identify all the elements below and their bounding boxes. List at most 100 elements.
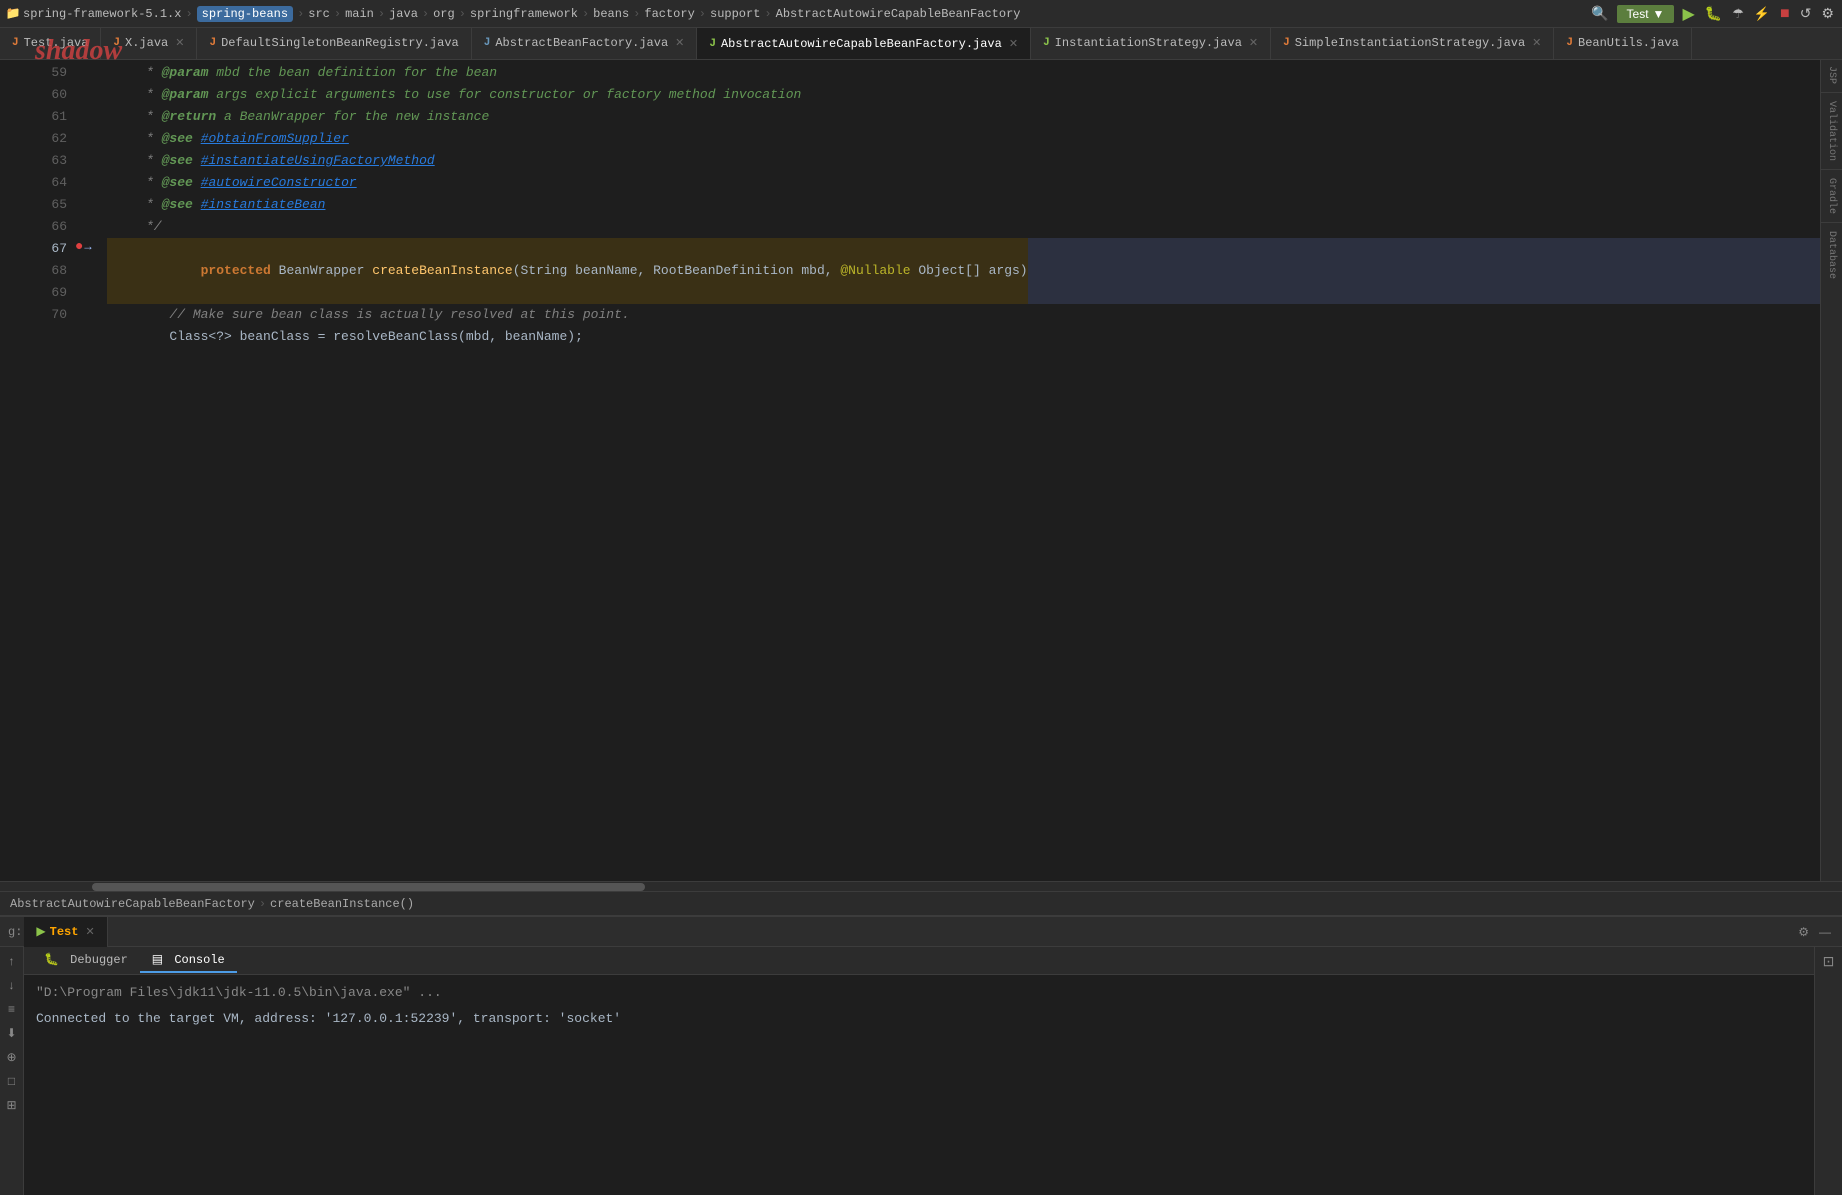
search-icon-btn[interactable]: 🔍 xyxy=(1589,3,1610,24)
stop-button[interactable]: ■ xyxy=(1778,3,1792,25)
code-line-67: protected BeanWrapper createBeanInstance… xyxy=(107,238,1820,304)
left-side-buttons: ↑ ↓ ≡ ⬇ ⊕ □ ⊞ xyxy=(0,947,24,1195)
line-67-gutter: ● → xyxy=(75,236,97,258)
breadcrumb-class[interactable]: AbstractAutowireCapableBeanFactory xyxy=(10,897,255,911)
reload-button[interactable]: ↺ xyxy=(1798,3,1814,24)
tab-default-singleton[interactable]: J DefaultSingletonBeanRegistry.java xyxy=(197,28,471,59)
debug-button[interactable]: 🐛 xyxy=(1703,3,1724,24)
tab-abstract-autowire[interactable]: J AbstractAutowireCapableBeanFactory.jav… xyxy=(697,28,1031,59)
tab-abstract-bean-factory[interactable]: J AbstractBeanFactory.java ✕ xyxy=(472,28,698,59)
console-tab-label: Console xyxy=(174,953,224,967)
side-tool-1[interactable]: ⊡ xyxy=(1820,951,1838,972)
run-button[interactable]: ▶ xyxy=(1680,2,1696,26)
coverage-button[interactable]: ☂ xyxy=(1730,4,1746,24)
close-icon[interactable]: ✕ xyxy=(1249,36,1258,50)
code-line-70 xyxy=(107,348,1820,370)
line-number: 64 xyxy=(20,172,67,194)
add-btn[interactable]: ⊕ xyxy=(2,1047,22,1067)
java-icon: J xyxy=(1566,37,1573,49)
close-icon[interactable]: ✕ xyxy=(85,925,94,939)
nav-java-label: java xyxy=(389,7,418,21)
console-tab[interactable]: ▤ Console xyxy=(140,948,237,973)
nav-factory-label: factory xyxy=(644,7,694,21)
tab-label-bean-utils: BeanUtils.java xyxy=(1578,36,1679,50)
line-number: 62 xyxy=(20,128,67,150)
debugger-tab[interactable]: 🐛 Debugger xyxy=(32,948,140,973)
nav-beans2-label: beans xyxy=(593,7,629,21)
scroll-up-btn[interactable]: ↑ xyxy=(2,951,22,971)
code-content[interactable]: * @param mbd the bean definition for the… xyxy=(97,60,1820,881)
layout-btn[interactable]: ⊞ xyxy=(2,1095,22,1115)
nav-item-support[interactable]: support xyxy=(710,7,760,21)
nav-item-factory[interactable]: factory xyxy=(644,7,694,21)
validation-panel-btn[interactable]: Validation xyxy=(1824,97,1839,165)
nav-class-label: AbstractAutowireCapableBeanFactory xyxy=(776,7,1021,21)
nav-item-springframework[interactable]: springframework xyxy=(470,7,578,21)
line-number: 63 xyxy=(20,150,67,172)
tab-label-instantiation-strategy: InstantiationStrategy.java xyxy=(1055,36,1242,50)
nav-springframework-label: springframework xyxy=(470,7,578,21)
nav-item-framework[interactable]: 📁 spring-framework-5.1.x xyxy=(6,7,181,21)
database-panel-btn[interactable]: Database xyxy=(1824,227,1839,283)
bottom-tabs-bar: g: ▶ Test ✕ ⚙ — xyxy=(0,917,1842,947)
profile-button[interactable]: ⚡ xyxy=(1752,4,1772,24)
code-editor[interactable]: 59 60 61 62 63 64 65 66 67 68 69 70 xyxy=(0,60,1820,881)
line-numbers: 59 60 61 62 63 64 65 66 67 68 69 70 xyxy=(20,60,75,881)
tab-label-abstract-autowire: AbstractAutowireCapableBeanFactory.java xyxy=(721,37,1002,51)
minimize-icon-btn[interactable]: — xyxy=(1816,923,1834,941)
scroll-down-btn[interactable]: ↓ xyxy=(2,975,22,995)
nav-item-org[interactable]: org xyxy=(433,7,455,21)
editor-gutter xyxy=(0,60,20,881)
run-gutter-icon[interactable]: ● xyxy=(75,239,83,255)
line-number: 68 xyxy=(20,260,67,282)
settings-gear-icon[interactable]: ⚙ xyxy=(1819,3,1836,24)
nav-beans-label: spring-beans xyxy=(202,7,288,21)
debugger-icon: 🐛 xyxy=(44,953,59,967)
code-line-66: */ xyxy=(107,216,1820,238)
nav-item-java[interactable]: java xyxy=(389,7,418,21)
close-icon[interactable]: ✕ xyxy=(1532,36,1541,50)
tab-bean-utils[interactable]: J BeanUtils.java xyxy=(1554,28,1691,59)
line-number: 61 xyxy=(20,106,67,128)
nav-sep: › xyxy=(185,7,192,21)
settings-icon-btn[interactable]: ⚙ xyxy=(1795,923,1812,941)
tab-label-abstract-bean-factory: AbstractBeanFactory.java xyxy=(495,36,668,50)
nav-sep: › xyxy=(297,7,304,21)
tab-simple-instantiation[interactable]: J SimpleInstantiationStrategy.java ✕ xyxy=(1271,28,1554,59)
nav-item-main[interactable]: main xyxy=(345,7,374,21)
debugger-tab-label: Debugger xyxy=(70,953,128,967)
filter-btn[interactable]: ≡ xyxy=(2,999,22,1019)
bottom-tab-test[interactable]: ▶ Test ✕ xyxy=(24,917,107,947)
breadcrumb-separator: › xyxy=(259,897,266,911)
scrollbar-thumb[interactable] xyxy=(92,883,645,891)
breadcrumb-method[interactable]: createBeanInstance() xyxy=(270,897,414,911)
jsp-panel-btn[interactable]: JSP xyxy=(1824,62,1839,88)
horizontal-scrollbar[interactable] xyxy=(0,881,1842,891)
debug-side-tools: ⊡ xyxy=(1814,947,1842,1195)
bottom-tab-name: Test xyxy=(50,925,79,939)
line-number: 60 xyxy=(20,84,67,106)
tab-instantiation-strategy[interactable]: J InstantiationStrategy.java ✕ xyxy=(1031,28,1271,59)
java-icon: J xyxy=(484,37,491,49)
code-line-61: * @return a BeanWrapper for the new inst… xyxy=(107,106,1820,128)
nav-item-beans[interactable]: beans xyxy=(593,7,629,21)
code-line-69: Class<?> beanClass = resolveBeanClass(mb… xyxy=(107,326,1820,348)
nav-support-label: support xyxy=(710,7,760,21)
line-number: 66 xyxy=(20,216,67,238)
nav-item-spring-beans[interactable]: spring-beans xyxy=(197,6,293,22)
close-icon[interactable]: ✕ xyxy=(175,36,184,50)
nav-src-label: src xyxy=(308,7,330,21)
clear-btn[interactable]: □ xyxy=(2,1071,22,1091)
nav-item-class[interactable]: AbstractAutowireCapableBeanFactory xyxy=(776,7,1021,21)
nav-org-label: org xyxy=(433,7,455,21)
editor-area: 59 60 61 62 63 64 65 66 67 68 69 70 xyxy=(0,60,1842,915)
java-icon: J xyxy=(12,37,19,49)
run-config-button[interactable]: Test ▼ xyxy=(1617,5,1675,23)
run-config-chevron: ▼ xyxy=(1653,7,1665,21)
nav-item-src[interactable]: src xyxy=(308,7,330,21)
gradle-panel-btn[interactable]: Gradle xyxy=(1824,174,1839,218)
save-btn[interactable]: ⬇ xyxy=(2,1023,22,1043)
code-line-62: * @see #obtainFromSupplier xyxy=(107,128,1820,150)
close-icon[interactable]: ✕ xyxy=(675,36,684,50)
close-icon[interactable]: ✕ xyxy=(1009,37,1018,51)
